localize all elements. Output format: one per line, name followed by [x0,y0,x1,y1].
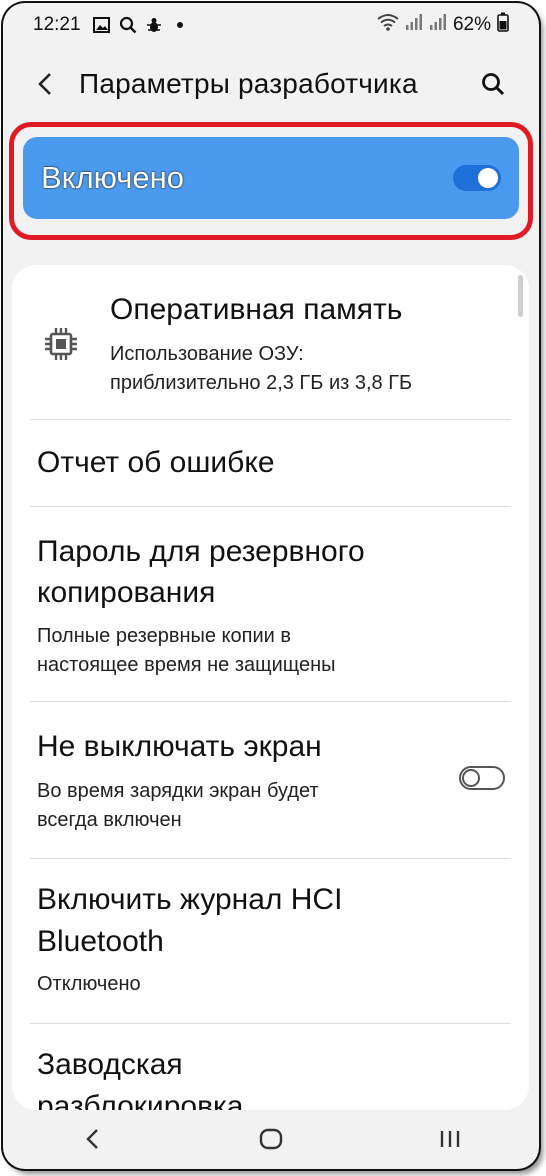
item-subtitle: приблизительно 2,3 ГБ из 3,8 ГБ [110,372,413,394]
signal-icon [429,13,447,37]
back-button[interactable] [25,64,65,104]
item-title: разблокировка [37,1090,244,1110]
app-header: Параметры разработчика [3,53,539,115]
item-title: Заводская [37,1048,183,1081]
list-item-oem-unlock[interactable]: Заводская разблокировка [12,1024,529,1110]
item-subtitle: Полные резервные копии в [37,625,292,647]
memory-chip-icon [44,327,78,366]
item-title: копирования [37,576,216,609]
item-subtitle: Отключено [37,973,141,995]
item-subtitle: Во время зарядки экран будет [37,780,319,802]
item-title: Оперативная память [110,293,403,326]
item-title: Не выключать экран [37,730,322,763]
item-title: Отчет об ошибке [37,446,275,479]
phone-screen: 12:21 62% Параметры разработчика Включен… [3,3,539,1169]
signal-icon [405,13,423,37]
master-switch-on[interactable] [453,165,501,191]
nav-recents-button[interactable] [420,1114,480,1164]
settings-list: Оперативная память Использование ОЗУ: пр… [12,265,529,1110]
item-subtitle: всегда включен [37,809,182,831]
item-title: Пароль для резервного [37,535,365,568]
search-button[interactable] [473,64,513,104]
item-subtitle: Использование ОЗУ: [110,343,304,365]
stay-awake-toggle[interactable] [459,766,505,790]
list-item-bluetooth-hci-log[interactable]: Включить журнал HCI Bluetooth Отключено [12,859,529,1023]
status-time: 12:21 [33,14,81,35]
search-status-icon [119,16,137,34]
switch-knob [462,769,480,787]
nav-back-button[interactable] [62,1114,122,1164]
master-toggle-label: Включено [41,160,184,195]
item-title: Включить журнал HCI [37,883,343,916]
page-title: Параметры разработчика [79,68,418,99]
bug-icon [145,16,163,34]
highlight-frame: Включено [9,122,533,240]
wifi-icon [377,13,399,37]
list-item-backup-password[interactable]: Пароль для резервного копирования Полные… [12,507,529,701]
list-item-stay-awake[interactable]: Не выключать экран Во время зарядки экра… [12,702,529,858]
list-item-memory[interactable]: Оперативная память Использование ОЗУ: пр… [12,265,529,419]
status-bar: 12:21 62% [3,3,539,47]
dot-icon [171,16,189,34]
list-item-bug-report[interactable]: Отчет об ошибке [12,420,529,506]
nav-home-button[interactable] [241,1114,301,1164]
battery-icon [497,12,509,38]
item-subtitle: настоящее время не защищены [37,654,336,676]
chevron-left-icon [38,73,51,95]
search-icon [482,73,505,96]
status-right: 62% [377,12,509,38]
nav-back-icon [86,1129,99,1149]
navigation-bar [3,1109,539,1169]
developer-options-master-toggle[interactable]: Включено [23,137,519,219]
nav-home-icon [259,1128,283,1150]
item-title: Bluetooth [37,925,164,958]
battery-percent: 62% [452,14,491,35]
nav-recents-icon [440,1131,459,1147]
gallery-icon [93,16,111,34]
switch-knob [478,168,498,188]
